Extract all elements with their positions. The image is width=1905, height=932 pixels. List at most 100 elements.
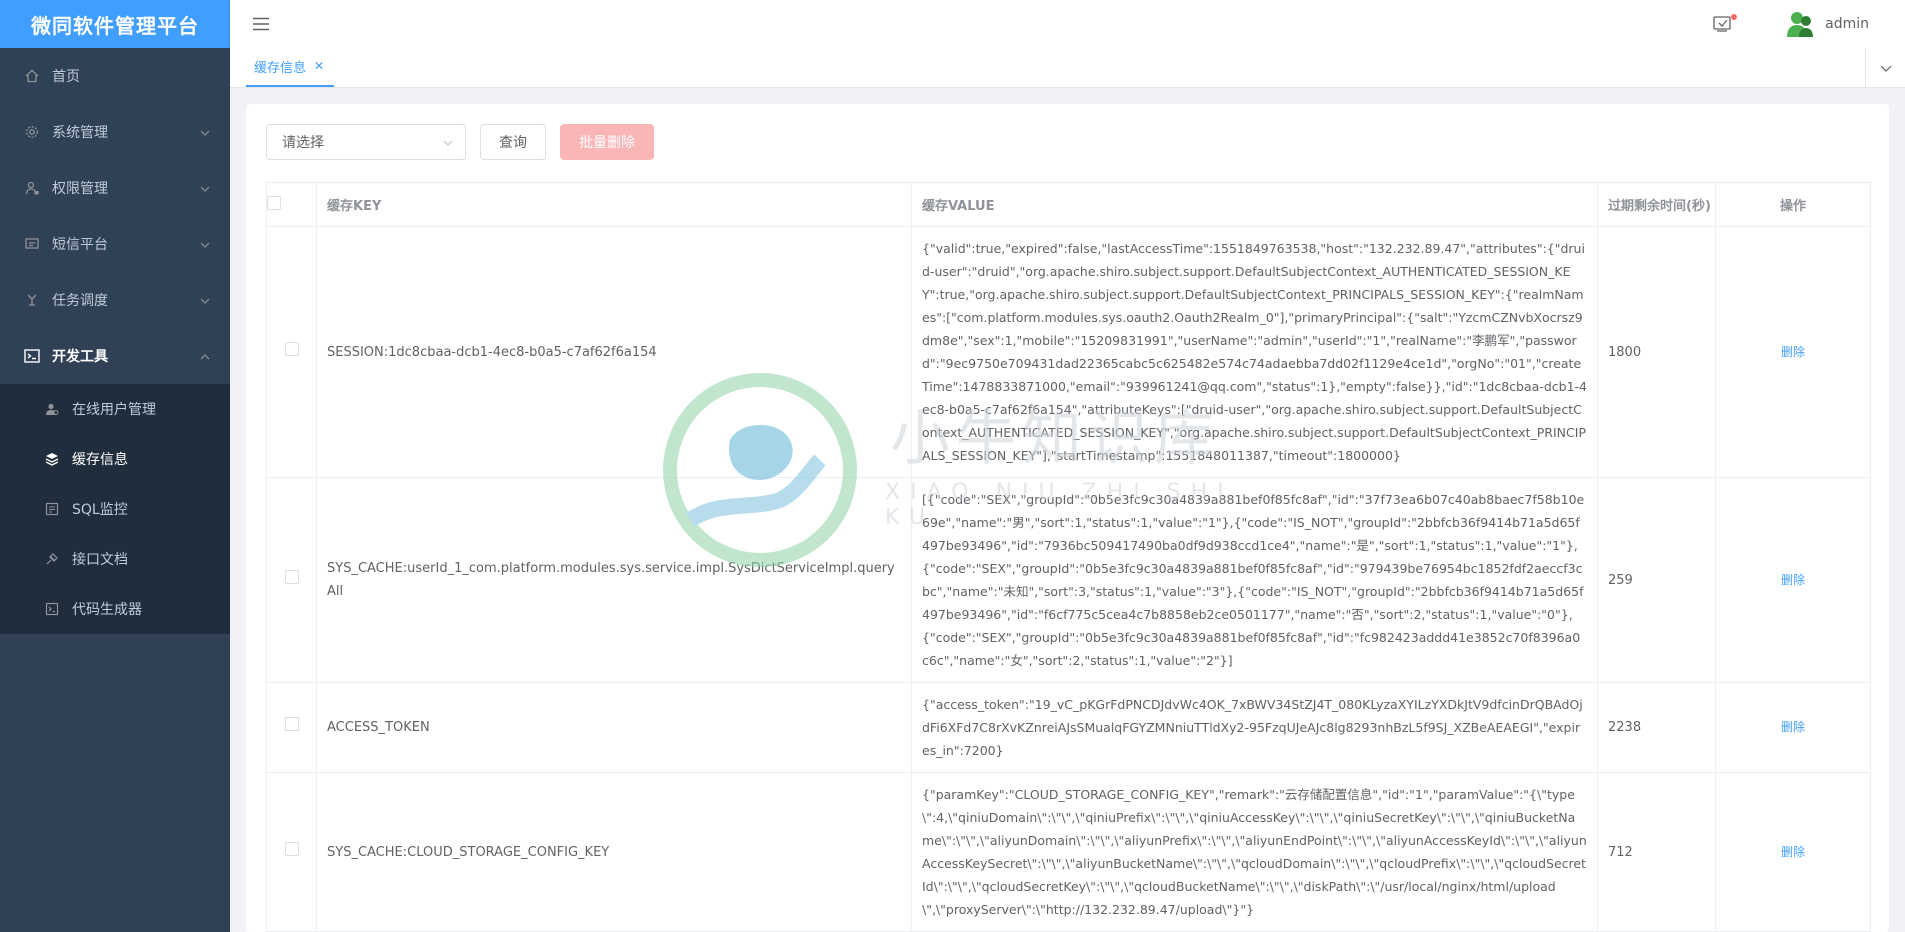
sidebar: 微同软件管理平台 首页 系统管理 权限管理 短信平台 任务调度 开发工具 在线用… [0, 0, 230, 932]
column-header-value: 缓存VALUE [911, 182, 1598, 227]
cell-ttl: 259 [1597, 477, 1716, 683]
select-all-checkbox[interactable] [267, 195, 281, 210]
row-select-cell [266, 226, 317, 478]
column-header-key: 缓存KEY [316, 182, 912, 227]
sidebar-item-permission[interactable]: 权限管理 [0, 160, 230, 216]
cell-key: SYS_CACHE:userId_1_com.platform.modules.… [316, 477, 912, 683]
sidebar-item-cache[interactable]: 缓存信息 [0, 434, 230, 484]
cell-action: 删除 [1715, 226, 1871, 478]
username[interactable]: admin [1825, 16, 1869, 32]
cell-ttl: 1800 [1597, 226, 1716, 478]
sidebar-item-schedule[interactable]: 任务调度 [0, 272, 230, 328]
sidebar-sub-label: SQL监控 [72, 502, 128, 518]
cache-table: 缓存KEY 缓存VALUE 过期剩余时间(秒) 操作 SESSION:1dc8c… [266, 182, 1871, 932]
sidebar-sub-label: 代码生成器 [72, 602, 142, 618]
code-icon [44, 601, 60, 617]
chevron-up-icon [200, 348, 210, 364]
users-icon [44, 401, 60, 417]
notification-icon[interactable] [1711, 12, 1738, 36]
table-row: SYS_CACHE:CLOUD_STORAGE_CONFIG_KEY {"par… [266, 772, 1871, 932]
schedule-icon [24, 292, 40, 308]
delete-link[interactable]: 删除 [1781, 720, 1805, 734]
column-header-action: 操作 [1715, 182, 1871, 227]
close-icon[interactable]: ✕ [314, 59, 324, 73]
sidebar-item-system[interactable]: 系统管理 [0, 104, 230, 160]
chevron-down-icon [200, 236, 210, 252]
sidebar-item-home[interactable]: 首页 [0, 48, 230, 104]
cache-type-select[interactable]: 请选择 [266, 124, 466, 160]
delete-link[interactable]: 删除 [1781, 345, 1805, 359]
api-doc-icon [44, 551, 60, 567]
cell-ttl: 2238 [1597, 682, 1716, 773]
row-select-cell [266, 682, 317, 773]
sidebar-item-online-users[interactable]: 在线用户管理 [0, 384, 230, 434]
tab-cache-info[interactable]: 缓存信息 ✕ [246, 47, 335, 87]
sidebar-item-label: 系统管理 [52, 125, 108, 141]
cell-ttl: 712 [1597, 772, 1716, 932]
select-all-cell [266, 182, 317, 227]
cell-key: SESSION:1dc8cbaa-dcb1-4ec8-b0a5-c7af62f6… [316, 226, 912, 478]
cell-action: 删除 [1715, 477, 1871, 683]
tab-label: 缓存信息 [254, 60, 307, 76]
table-row: SYS_CACHE:userId_1_com.platform.modules.… [266, 477, 1871, 683]
sidebar-item-api-doc[interactable]: 接口文档 [0, 534, 230, 584]
table-header-row: 缓存KEY 缓存VALUE 过期剩余时间(秒) 操作 [266, 182, 1871, 227]
gear-icon [24, 124, 40, 140]
cell-value: {"paramKey":"CLOUD_STORAGE_CONFIG_KEY","… [911, 772, 1598, 932]
query-button[interactable]: 查询 [480, 124, 546, 160]
sidebar-item-label: 权限管理 [52, 181, 108, 197]
row-checkbox[interactable] [284, 569, 299, 584]
user-lock-icon [24, 180, 40, 196]
home-icon [24, 68, 40, 84]
sidebar-item-label: 首页 [52, 69, 80, 85]
sidebar-item-label: 任务调度 [52, 293, 108, 309]
hamburger-icon[interactable] [250, 13, 272, 35]
delete-link[interactable]: 删除 [1781, 573, 1805, 587]
sidebar-item-sms[interactable]: 短信平台 [0, 216, 230, 272]
main-content: 请选择 查询 批量删除 缓存KEY 缓存VALUE 过期剩余时间(秒) 操作 S… [246, 104, 1889, 932]
sidebar-sub-label: 缓存信息 [72, 452, 128, 468]
top-header: admin [230, 0, 1905, 48]
chevron-down-icon [443, 134, 453, 150]
monitor-icon [44, 501, 60, 517]
tags-dropdown-button[interactable] [1865, 48, 1905, 88]
cell-action: 删除 [1715, 682, 1871, 773]
sidebar-item-label: 开发工具 [52, 349, 108, 365]
sidebar-item-label: 短信平台 [52, 237, 108, 253]
delete-link[interactable]: 删除 [1781, 845, 1805, 859]
cell-value: {"valid":true,"expired":false,"lastAcces… [911, 226, 1598, 478]
app-logo-title[interactable]: 微同软件管理平台 [0, 0, 230, 48]
table-row: ACCESS_TOKEN {"access_token":"19_vC_pKGr… [266, 682, 1871, 773]
notification-badge-dot [1731, 14, 1738, 20]
row-select-cell [266, 772, 317, 932]
cell-key: ACCESS_TOKEN [316, 682, 912, 773]
tags-bar: 缓存信息 ✕ [230, 48, 1905, 88]
chevron-down-icon [200, 124, 210, 140]
toolbar: 请选择 查询 批量删除 [266, 124, 654, 160]
chevron-down-icon [200, 292, 210, 308]
sidebar-item-code-gen[interactable]: 代码生成器 [0, 584, 230, 634]
row-select-cell [266, 477, 317, 683]
table-row: SESSION:1dc8cbaa-dcb1-4ec8-b0a5-c7af62f6… [266, 226, 1871, 478]
sidebar-sub-label: 在线用户管理 [72, 402, 156, 418]
batch-delete-button[interactable]: 批量删除 [560, 124, 654, 160]
header-right: admin [1711, 0, 1905, 48]
chevron-down-icon [200, 180, 210, 196]
sidebar-sub-label: 接口文档 [72, 552, 128, 568]
tools-icon [24, 348, 40, 364]
sidebar-item-devtools[interactable]: 开发工具 [0, 328, 230, 384]
row-checkbox[interactable] [284, 717, 299, 731]
chevron-down-icon [1880, 60, 1892, 76]
column-header-ttl: 过期剩余时间(秒) [1597, 182, 1716, 227]
cell-key: SYS_CACHE:CLOUD_STORAGE_CONFIG_KEY [316, 772, 912, 932]
devtools-submenu: 在线用户管理 缓存信息 SQL监控 接口文档 代码生成器 [0, 384, 230, 634]
avatar[interactable] [1785, 9, 1815, 39]
cell-value: [{"code":"SEX","groupId":"0b5e3fc9c30a48… [911, 477, 1598, 683]
row-checkbox[interactable] [284, 341, 299, 356]
layers-icon [44, 451, 60, 467]
row-checkbox[interactable] [284, 841, 299, 856]
message-icon [24, 236, 40, 252]
cell-action: 删除 [1715, 772, 1871, 932]
sidebar-item-sql-monitor[interactable]: SQL监控 [0, 484, 230, 534]
select-placeholder: 请选择 [282, 135, 324, 151]
